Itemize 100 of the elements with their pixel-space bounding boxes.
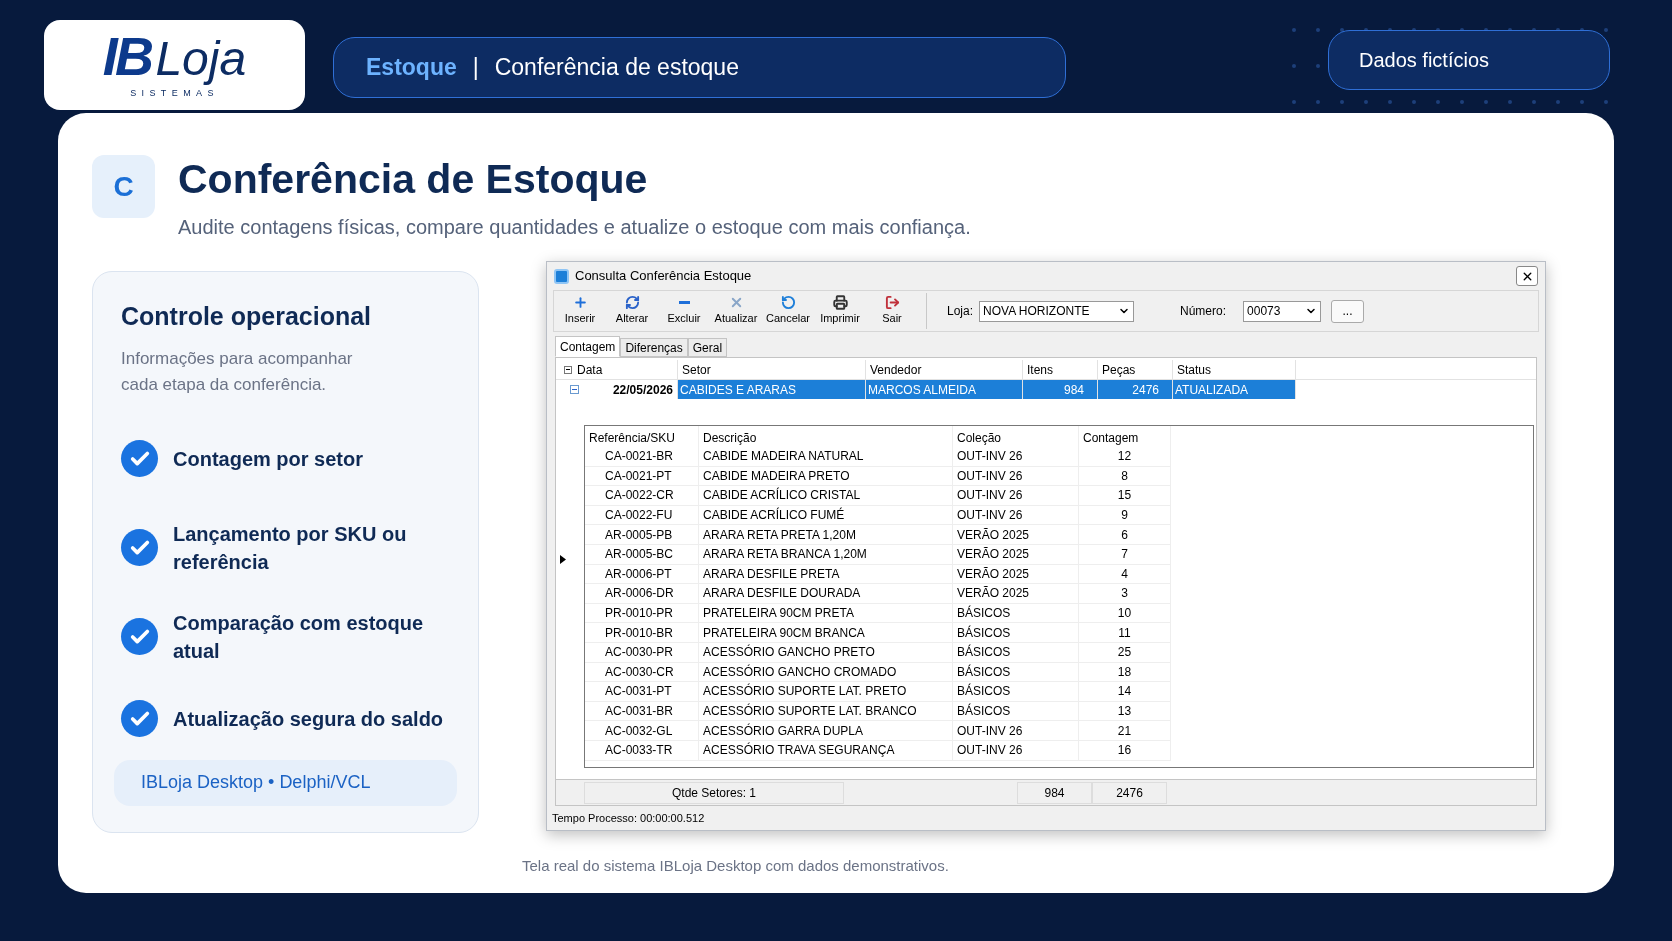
toolbar-button[interactable]: Cancelar	[762, 291, 814, 331]
table-cell: 12	[1079, 447, 1171, 467]
table-cell: BÁSICOS	[953, 603, 1079, 624]
caption: Tela real do sistema IBLoja Desktop com dados demonstrativos.	[522, 856, 950, 876]
table-cell: BÁSICOS	[953, 701, 1079, 722]
master-cell: 2476	[1098, 380, 1173, 399]
panel-title: Controle operacional	[121, 301, 373, 332]
master-cell: CABIDES E ARARAS	[678, 380, 866, 399]
table-cell: ACESSÓRIO SUPORTE LAT. PRETO	[699, 682, 953, 702]
table-cell: AC-0030-CR	[585, 662, 699, 683]
column-header: Status	[1173, 360, 1296, 379]
table-cell: ARARA DESFILE PRETA	[699, 564, 953, 585]
table-cell: PR-0010-BR	[585, 623, 699, 643]
column-header: Referência/SKU	[585, 426, 699, 447]
table-cell: ARARA RETA BRANCA 1,20M	[699, 544, 953, 565]
table-cell: 21	[1079, 721, 1171, 741]
column-header: Itens	[1023, 360, 1098, 379]
toolbar-button[interactable]: Alterar	[606, 291, 658, 331]
door-icon	[884, 295, 900, 311]
refresh-icon	[624, 295, 640, 311]
table-cell: CA-0021-PT	[585, 466, 699, 487]
footer-cell: 984	[1017, 781, 1092, 804]
table-cell: 9	[1079, 505, 1171, 526]
table-cell: 4	[1079, 564, 1171, 585]
feature-label: Atualização segura do saldo	[173, 706, 444, 732]
table-cell: OUT-INV 26	[953, 447, 1079, 467]
table-cell: 25	[1079, 642, 1171, 663]
table-cell: PRATELEIRA 90CM PRETA	[699, 603, 953, 624]
table-cell: ACESSÓRIO TRAVA SEGURANÇA	[699, 740, 953, 761]
table-cell: PR-0010-PR	[585, 603, 699, 624]
table-cell: OUT-INV 26	[953, 721, 1079, 741]
table-cell: PRATELEIRA 90CM BRANCA	[699, 623, 953, 643]
logo-mark: IB	[102, 29, 152, 84]
window-title: Consulta Conferência Estoque	[575, 267, 752, 286]
table-cell: 7	[1079, 544, 1171, 565]
tab[interactable]: Contagem	[555, 336, 621, 357]
table-cell: BÁSICOS	[953, 642, 1079, 663]
table-cell: CA-0022-CR	[585, 486, 699, 506]
table-cell: BÁSICOS	[953, 682, 1079, 702]
tab[interactable]: Geral	[687, 338, 728, 357]
number-select[interactable]: 00073	[1243, 300, 1322, 322]
table-cell: 14	[1079, 682, 1171, 702]
status-text: Tempo Processo: 00:00:00.512	[552, 810, 705, 826]
tab[interactable]: Diferenças	[620, 338, 688, 357]
plus-icon	[572, 295, 588, 311]
master-cell: MARCOS ALMEIDA	[866, 380, 1023, 399]
table-cell: BÁSICOS	[953, 662, 1079, 683]
table-cell: VERÃO 2025	[953, 544, 1079, 565]
number-label: Número:	[1180, 303, 1227, 320]
page-subtitle: Audite contagens físicas, compare quantidades e atualize o estoque com mais confiança.	[178, 215, 971, 240]
column-header: Descrição	[699, 426, 953, 447]
toolbar-button[interactable]: Sair	[866, 291, 918, 331]
table-cell: ARARA DESFILE DOURADA	[699, 584, 953, 604]
column-header: Contagem	[1079, 426, 1171, 447]
table-cell: 10	[1079, 603, 1171, 624]
table-cell: OUT-INV 26	[953, 486, 1079, 506]
table-cell: CABIDE MADEIRA NATURAL	[699, 447, 953, 467]
page-title: Conferência de Estoque	[178, 159, 649, 200]
table-cell: 3	[1079, 584, 1171, 604]
breadcrumb-section[interactable]: Estoque	[366, 50, 457, 85]
feature-label: Comparação com estoque atual	[173, 610, 425, 664]
logo-name: Loja	[155, 35, 247, 84]
table-cell: 11	[1079, 623, 1171, 643]
table-cell: VERÃO 2025	[953, 584, 1079, 604]
toolbar-button[interactable]: Atualizar	[710, 291, 762, 331]
panel-description: Informações para acompanhar cada etapa da conferência.	[121, 347, 354, 396]
toolbar-button[interactable]: Inserir	[554, 291, 606, 331]
table-cell: AC-0032-GL	[585, 721, 699, 741]
column-header: Data	[560, 360, 678, 379]
more-button[interactable]: ...	[1331, 299, 1365, 323]
close-button[interactable]	[1516, 266, 1538, 286]
table-cell: AR-0005-PB	[585, 525, 699, 545]
footer-cell: Qtde Setores: 1	[584, 781, 844, 804]
table-cell: CABIDE ACRÍLICO FUMÉ	[699, 505, 953, 526]
table-cell: ACESSÓRIO GARRA DUPLA	[699, 721, 953, 741]
collapse-icon[interactable]	[564, 365, 572, 374]
footer-cell: 2476	[1092, 781, 1167, 804]
table-cell: 16	[1079, 740, 1171, 761]
undo-icon	[780, 295, 796, 311]
table-cell: AR-0006-PT	[585, 564, 699, 585]
master-cell: ATUALIZADA	[1173, 380, 1296, 399]
store-select[interactable]: NOVA HORIZONTE	[979, 300, 1135, 322]
table-cell: BÁSICOS	[953, 623, 1079, 643]
table-cell: VERÃO 2025	[953, 564, 1079, 585]
toolbar-button[interactable]: Imprimir	[814, 291, 866, 331]
table-cell: 8	[1079, 466, 1171, 487]
table-cell: 18	[1079, 662, 1171, 683]
table-cell: 13	[1079, 701, 1171, 722]
app-icon	[554, 268, 569, 284]
table-cell: CA-0022-FU	[585, 505, 699, 526]
table-cell: CABIDE ACRÍLICO CRISTAL	[699, 486, 953, 506]
column-header: Vendedor	[866, 360, 1023, 379]
toolbar-button[interactable]: Excluir	[658, 291, 710, 331]
table-cell: CA-0021-BR	[585, 447, 699, 467]
demo-data-badge: Dados fictícios	[1328, 30, 1610, 90]
column-header: Setor	[678, 360, 866, 379]
table-cell: ACESSÓRIO GANCHO PRETO	[699, 642, 953, 663]
section-letter-icon: C	[92, 155, 155, 218]
breadcrumb-page: Conferência de estoque	[494, 53, 739, 83]
table-cell: VERÃO 2025	[953, 525, 1079, 545]
